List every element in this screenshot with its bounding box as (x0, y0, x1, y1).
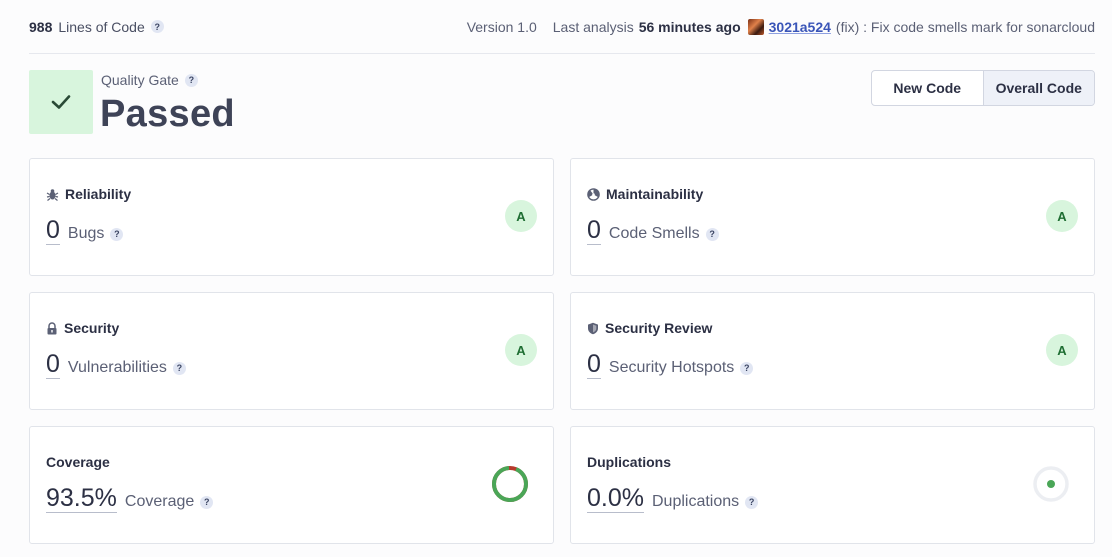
duplications-icon (1033, 466, 1069, 502)
security-review-title: Security Review (605, 320, 713, 336)
maintainability-title: Maintainability (606, 186, 704, 202)
quality-gate-label-text: Quality Gate (101, 72, 179, 88)
security-hotspots-label: Security Hotspots (608, 359, 735, 376)
bugs-metric: 0 Bugs? (46, 216, 124, 245)
security-hotspots-value[interactable]: 0 (587, 350, 601, 379)
smell-icon (587, 187, 600, 201)
help-icon[interactable]: ? (740, 361, 754, 375)
vulnerabilities-value[interactable]: 0 (46, 350, 60, 379)
new-code-button[interactable]: New Code (872, 71, 984, 105)
vulnerabilities-metric: 0 Vulnerabilities? (46, 350, 186, 379)
duplications-value[interactable]: 0.0% (587, 484, 644, 513)
code-period-toggle: New Code Overall Code (871, 70, 1095, 106)
quality-gate-status: Passed (100, 93, 235, 135)
reliability-card: Reliability 0 Bugs? A (29, 158, 554, 276)
commit-message: (fix) : Fix code smells mark for sonarcl… (835, 18, 1095, 35)
lines-of-code-label: Lines of Code (58, 18, 145, 35)
last-analysis-time: 56 minutes ago (638, 18, 741, 35)
overall-code-button[interactable]: Overall Code (983, 71, 1094, 105)
help-icon[interactable]: ? (172, 361, 186, 375)
maintainability-rating[interactable]: A (1046, 200, 1078, 232)
lines-of-code-value: 988 (29, 18, 53, 35)
coverage-card: Coverage 93.5% Coverage? (29, 426, 554, 544)
help-icon[interactable]: ? (705, 227, 719, 241)
bug-icon (46, 188, 59, 201)
reliability-rating[interactable]: A (505, 200, 537, 232)
security-title: Security (64, 320, 120, 336)
code-smells-label: Code Smells (608, 225, 700, 242)
duplications-card: Duplications 0.0% Duplications? (570, 426, 1095, 544)
maintainability-card: Maintainability 0 Code Smells? A (570, 158, 1095, 276)
shield-icon (587, 322, 599, 335)
card-title: Security Review (587, 320, 712, 336)
vulnerabilities-label: Vulnerabilities (67, 359, 167, 376)
duplications-title: Duplications (587, 454, 672, 470)
reliability-title: Reliability (65, 186, 132, 202)
help-icon[interactable]: ? (150, 20, 164, 34)
code-smells-metric: 0 Code Smells? (587, 216, 719, 245)
bugs-value[interactable]: 0 (46, 216, 60, 245)
coverage-metric: 93.5% Coverage? (46, 484, 214, 513)
card-title: Duplications (587, 454, 671, 470)
help-icon[interactable]: ? (200, 495, 214, 509)
quality-gate-badge (29, 70, 93, 134)
security-hotspots-metric: 0 Security Hotspots? (587, 350, 754, 379)
card-title: Coverage (46, 454, 110, 470)
security-rating[interactable]: A (505, 334, 537, 366)
card-title: Reliability (46, 186, 131, 202)
bugs-label: Bugs (67, 225, 105, 242)
check-icon (51, 95, 71, 109)
quality-gate-label: Quality Gate? (101, 72, 198, 88)
last-analysis-label: Last analysis (552, 18, 634, 35)
duplications-metric: 0.0% Duplications? (587, 484, 759, 513)
card-title: Maintainability (587, 186, 703, 202)
help-icon[interactable]: ? (184, 73, 198, 87)
security-review-card: Security Review 0 Security Hotspots? A (570, 292, 1095, 410)
lock-icon (46, 321, 58, 335)
coverage-value[interactable]: 93.5% (46, 484, 117, 513)
help-icon[interactable]: ? (745, 495, 759, 509)
lines-of-code: 988 Lines of Code? (29, 19, 164, 35)
help-icon[interactable]: ? (110, 227, 124, 241)
avatar (747, 18, 764, 35)
security-card: Security 0 Vulnerabilities? A (29, 292, 554, 410)
top-bar: 988 Lines of Code? Version 1.0 Last analy… (29, 0, 1095, 54)
code-smells-value[interactable]: 0 (587, 216, 601, 245)
coverage-title: Coverage (46, 454, 110, 470)
coverage-donut-icon (492, 466, 528, 502)
card-title: Security (46, 320, 119, 336)
version-label: Version 1.0 (466, 18, 537, 35)
commit-link[interactable]: 3021a524 (769, 19, 831, 35)
coverage-label: Coverage (124, 493, 195, 510)
duplications-label: Duplications (651, 493, 740, 510)
analysis-meta: Version 1.0 Last analysis 56 minutes ago… (466, 18, 1095, 35)
security-review-rating[interactable]: A (1046, 334, 1078, 366)
